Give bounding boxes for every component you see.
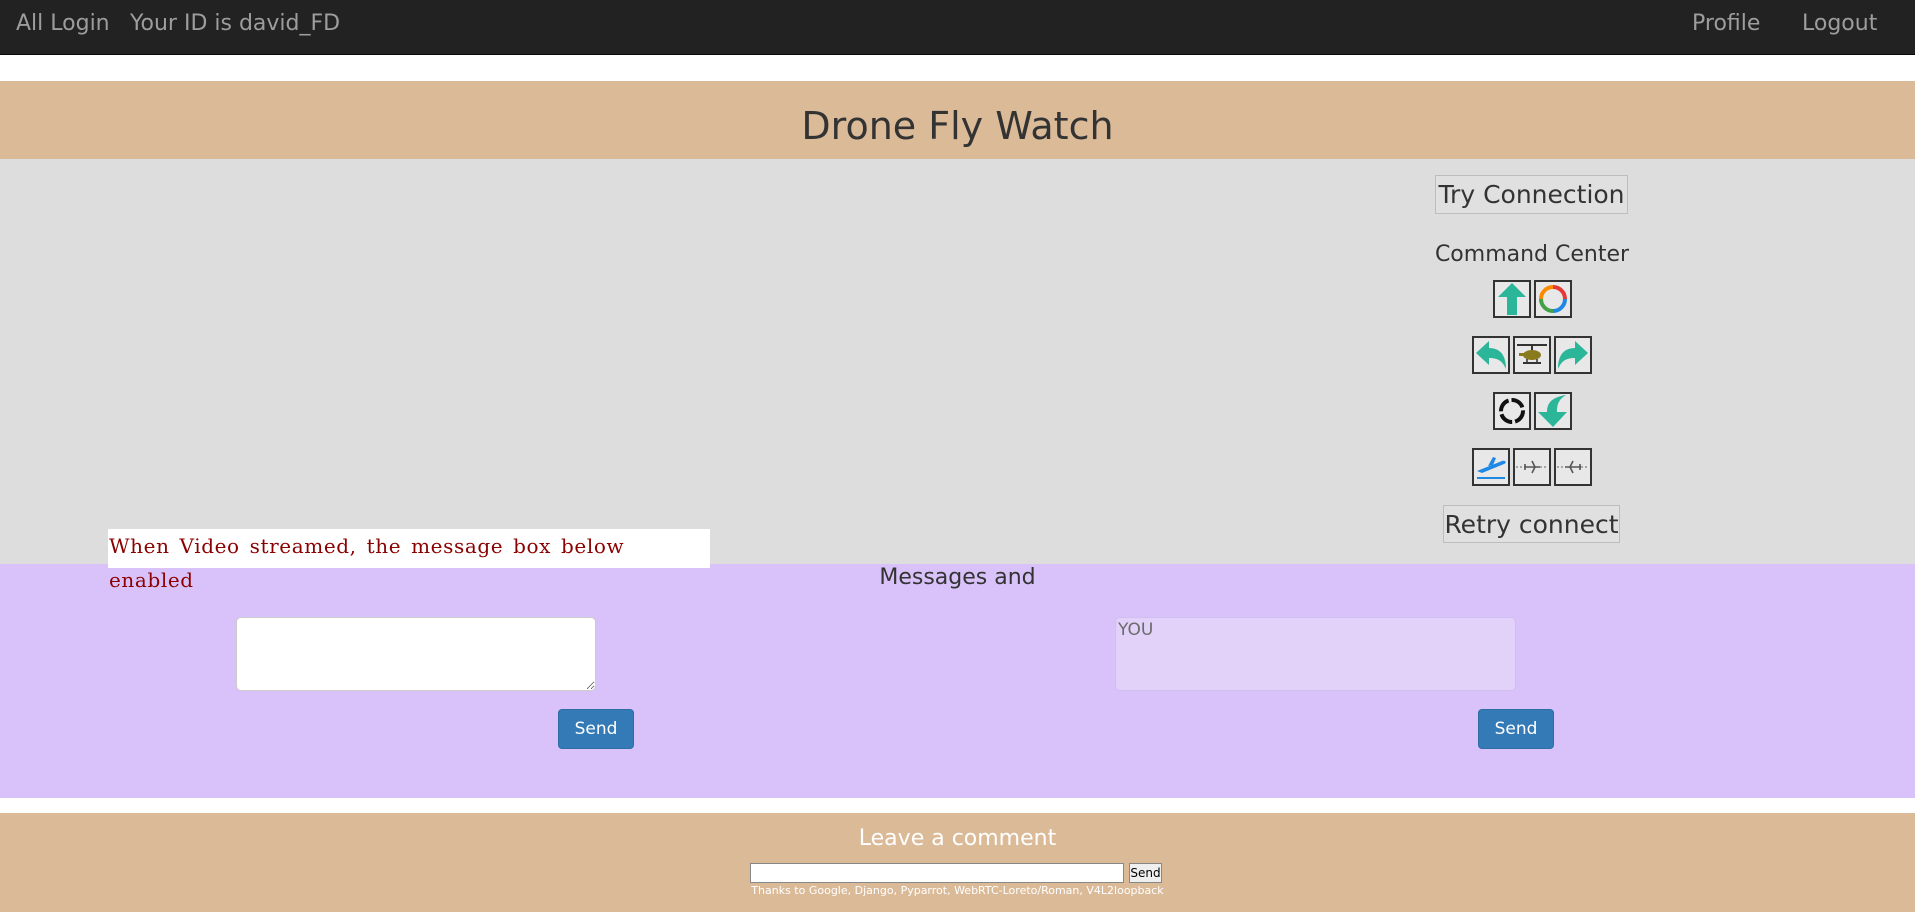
fly-up-button[interactable]	[1493, 280, 1531, 318]
up-arrow-icon	[1496, 282, 1528, 316]
send-message-button-left[interactable]: Send	[558, 709, 634, 749]
credits-text: Thanks to Google, Django, Pyparrot, WebR…	[751, 884, 1164, 897]
helicopter-icon	[1515, 340, 1549, 370]
comment-input[interactable]	[750, 863, 1124, 883]
command-center-title: Command Center	[1434, 242, 1630, 267]
turn-right-button[interactable]	[1554, 336, 1592, 374]
rotate-colored-button[interactable]	[1534, 280, 1572, 318]
comment-send-button[interactable]: Send	[1129, 863, 1162, 883]
send-message-button-right[interactable]: Send	[1478, 709, 1554, 749]
video-area	[0, 159, 1915, 564]
plane-right-button[interactable]	[1554, 448, 1592, 486]
hover-button[interactable]	[1513, 336, 1551, 374]
leave-comment-title: Leave a comment	[858, 826, 1057, 851]
takeoff-plane-icon	[1474, 451, 1508, 483]
takeoff-button[interactable]	[1472, 448, 1510, 486]
rotate-colored-icon	[1537, 283, 1569, 315]
retry-connect-button[interactable]: Retry connect	[1443, 505, 1620, 543]
plane-left-icon	[1515, 452, 1549, 482]
message-input[interactable]	[236, 617, 596, 691]
try-connection-button[interactable]: Try Connection	[1435, 175, 1628, 214]
plane-left-button[interactable]	[1513, 448, 1551, 486]
rotate-black-icon	[1496, 395, 1528, 427]
title-banner: Drone Fly Watch	[0, 81, 1915, 159]
messages-title: Messages and	[879, 565, 1036, 590]
video-notice-text: When Video streamed, the message box bel…	[108, 529, 710, 592]
message-output-box[interactable]: YOU	[1115, 617, 1516, 691]
nav-user-id-text[interactable]: Your ID is david_FD	[130, 11, 340, 37]
rotate-black-button[interactable]	[1493, 392, 1531, 430]
nav-all-login-link[interactable]: All Login	[16, 11, 110, 37]
page-title: Drone Fly Watch	[801, 104, 1114, 148]
message-output-label: YOU	[1118, 620, 1154, 640]
top-navbar: All Login Your ID is david_FD Profile Lo…	[0, 0, 1915, 55]
turn-left-button[interactable]	[1472, 336, 1510, 374]
down-arrow-icon	[1536, 394, 1570, 428]
turn-left-arrow-icon	[1474, 339, 1508, 371]
turn-right-arrow-icon	[1556, 339, 1590, 371]
nav-profile-link[interactable]: Profile	[1692, 11, 1760, 37]
plane-right-icon	[1556, 452, 1590, 482]
fly-down-button[interactable]	[1534, 392, 1572, 430]
nav-logout-link[interactable]: Logout	[1802, 11, 1877, 37]
